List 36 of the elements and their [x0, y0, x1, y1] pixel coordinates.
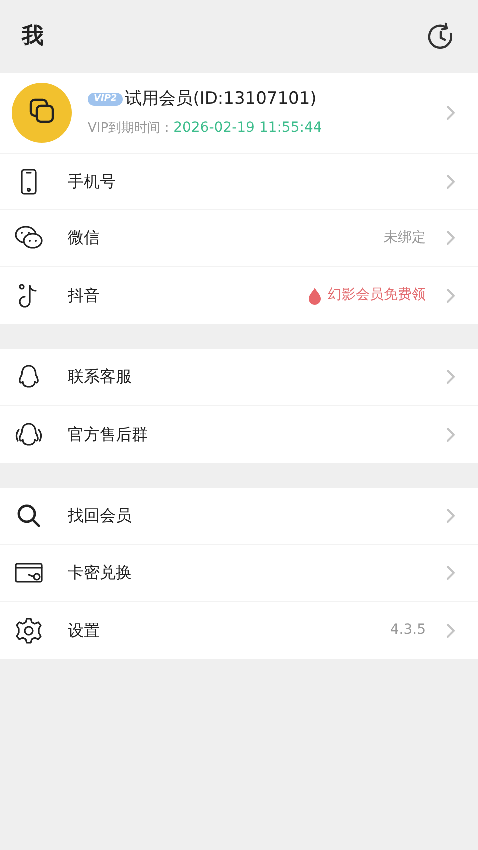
settings-icon: [14, 616, 44, 646]
menu-label: 微信: [68, 227, 101, 249]
chevron-icon: [446, 426, 456, 442]
expiry-date: 2026-02-19 11:55:44: [174, 119, 322, 138]
menu-row[interactable]: 设置 4.3.5: [0, 602, 478, 659]
menu-row[interactable]: 找回会员: [0, 488, 478, 545]
chevron-icon: [446, 174, 456, 190]
member-name: 试用会员(ID:13107101): [125, 88, 317, 111]
promo-text: 幻影会员免费领: [328, 286, 426, 305]
chevron-icon: [446, 565, 456, 581]
menu-label: 手机号: [68, 170, 117, 192]
chevron-icon: [446, 508, 456, 524]
page-title: 我: [22, 23, 44, 51]
avatar-icon: [12, 83, 72, 143]
chevron-icon: [446, 288, 456, 304]
menu-row[interactable]: 联系客服: [0, 349, 478, 406]
menu-label: 官方售后群: [68, 424, 149, 446]
menu-label: 抖音: [68, 284, 101, 306]
menu-row[interactable]: 抖音 幻影会员免费领: [0, 267, 478, 324]
menu-label: 找回会员: [68, 505, 133, 527]
menu-row[interactable]: 手机号: [0, 153, 478, 210]
flame-icon: [308, 286, 322, 304]
menu-value: 4.3.5: [390, 621, 426, 640]
menu-value: 未绑定: [384, 228, 426, 248]
menu-label: 设置: [68, 620, 101, 642]
chevron-icon: [446, 369, 456, 385]
chevron-icon: [446, 230, 456, 246]
menu-label: 卡密兑换: [68, 562, 133, 584]
menu-row[interactable]: 微信 未绑定: [0, 210, 478, 267]
vip-badge: VIP2: [88, 93, 124, 106]
menu-row[interactable]: 卡密兑换: [0, 545, 478, 602]
expiry-label: VIP到期时间：: [88, 120, 174, 138]
menu-row[interactable]: 官方售后群: [0, 406, 478, 463]
menu-label: 联系客服: [68, 366, 133, 388]
chevron-icon: [446, 622, 456, 638]
chevron-icon: [446, 105, 456, 121]
